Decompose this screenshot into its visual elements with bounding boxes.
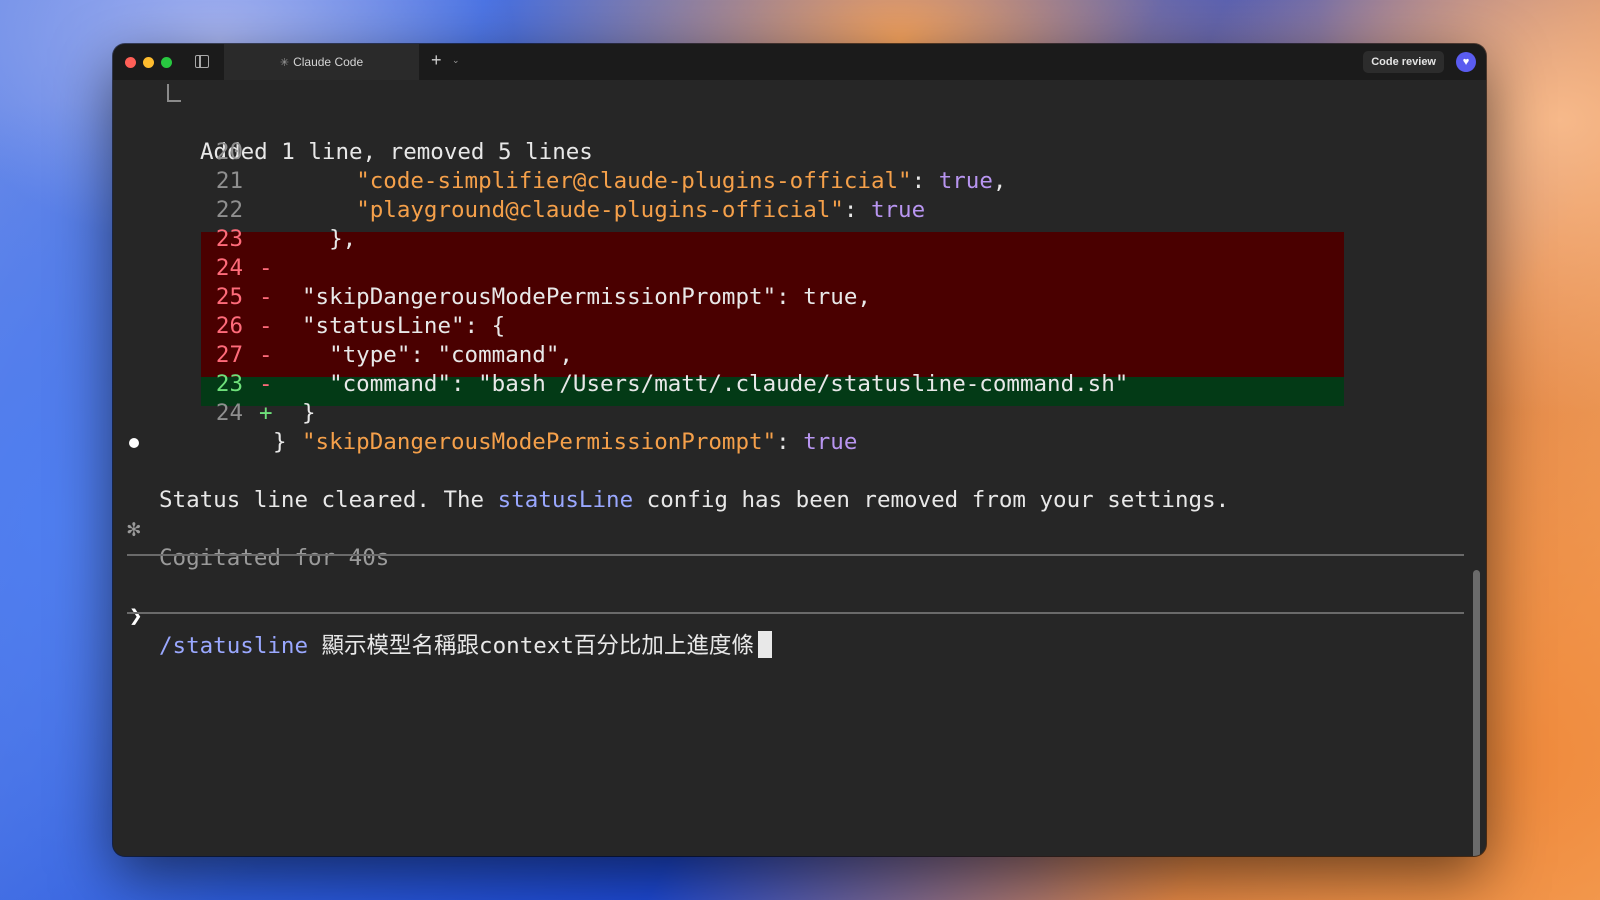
diff-line-removed: 23 - "skipDangerousModePermissionPrompt"…: [113, 196, 1486, 310]
avatar[interactable]: ♥: [1456, 52, 1476, 72]
tree-corner-icon: [167, 84, 181, 102]
tab-claude-code[interactable]: ✳ Claude Code: [224, 44, 419, 80]
code-text: }: [302, 400, 316, 426]
diff-line-removed: 26 - "command": "bash /Users/matt/.claud…: [113, 283, 1486, 397]
asterisk-icon: ✻: [127, 516, 141, 542]
terminal-output[interactable]: Added 1 line, removed 5 lines 20 "code-s…: [113, 80, 1486, 856]
status-line: ✻ Cogitated for 40s: [113, 486, 1486, 571]
diff-line-added: 23 + "skipDangerousModePermissionPrompt"…: [113, 341, 1486, 455]
code-review-button[interactable]: Code review: [1363, 51, 1444, 73]
prompt-text[interactable]: /statusline 顯示模型名稱跟context百分比加上進度條: [159, 631, 772, 661]
diff-line: 20 "code-simplifier@claude-plugins-offic…: [113, 109, 1486, 194]
chevron-down-icon[interactable]: ⌄: [452, 55, 460, 66]
diff-line-removed: 24 - "statusLine": {: [113, 225, 1486, 339]
divider-top: [127, 554, 1464, 556]
divider-bottom: [127, 612, 1464, 614]
diff-line: 21 "playground@claude-plugins-official":…: [113, 138, 1486, 223]
zoom-window-button[interactable]: [161, 57, 172, 68]
activity-spinner-icon: ✳: [279, 56, 290, 69]
text-cursor: [757, 631, 772, 658]
prompt-input[interactable]: ❯ /statusline 顯示模型名稱跟context百分比加上進度條: [113, 573, 1486, 659]
diff-sign: +: [259, 400, 273, 426]
minimize-window-button[interactable]: [143, 57, 154, 68]
diff-summary-line: Added 1 line, removed 5 lines: [113, 80, 1486, 165]
diff-line: 24 }: [113, 370, 1486, 455]
bullet-icon: [129, 438, 139, 448]
terminal-window: ✳ Claude Code + ⌄ Code review ♥ Added 1 …: [113, 44, 1486, 856]
prompt-chevron-icon: ❯: [129, 603, 143, 629]
diff-line-removed: 25 - "type": "command",: [113, 254, 1486, 368]
diff-line-removed: 27 - }: [113, 312, 1486, 426]
line-number: 24: [215, 400, 243, 426]
title-bar: ✳ Claude Code + ⌄ Code review ♥: [113, 44, 1486, 80]
scrollbar[interactable]: [1473, 570, 1480, 856]
diff-line: 22 },: [113, 167, 1486, 252]
new-tab-plus-icon[interactable]: +: [431, 50, 442, 71]
assistant-message: Status line cleared. The statusLine conf…: [113, 428, 1486, 513]
status-text: Cogitated for 40s: [159, 545, 390, 571]
sidebar-toggle-icon[interactable]: [195, 55, 209, 68]
tab-title: Claude Code: [293, 55, 364, 69]
prompt-argument: 顯示模型名稱跟context百分比加上進度條: [308, 633, 754, 659]
close-window-button[interactable]: [125, 57, 136, 68]
slash-command: /statusline: [159, 633, 309, 659]
